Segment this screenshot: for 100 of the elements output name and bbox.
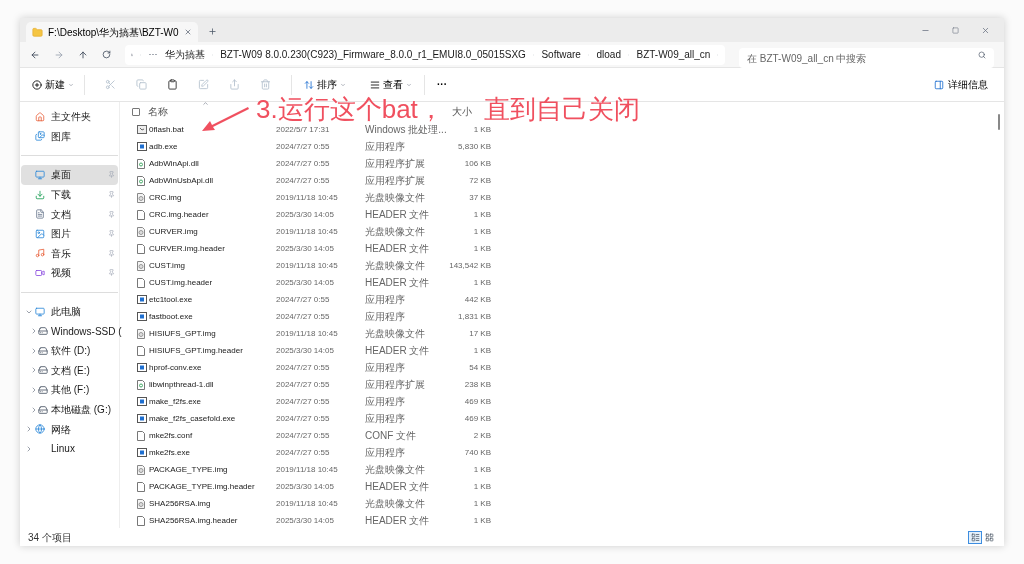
refresh-icon[interactable] [102, 50, 111, 59]
search-field[interactable]: 在 BZT-W09_all_cn 中搜索 [739, 48, 994, 68]
breadcrumb[interactable]: dload [596, 47, 621, 62]
home-icon [35, 111, 45, 122]
sidebar-item[interactable]: 桌面 [21, 165, 118, 185]
sidebar-item[interactable]: 网络 [21, 419, 118, 439]
file-type: 光盘映像文件 [365, 225, 426, 239]
file-name[interactable]: HISIUFS_GPT.img [149, 327, 276, 340]
sidebar-item[interactable]: 本地磁盘 (G:) [21, 399, 118, 420]
sidebar-item[interactable]: 文档 [21, 204, 118, 224]
view-button[interactable]: 查看 [358, 74, 425, 95]
breadcrumb[interactable]: 华为搞基 [164, 47, 205, 62]
disc-file-icon [137, 192, 145, 203]
sort-button[interactable]: 排序 [292, 74, 358, 95]
sidebar-item[interactable]: 其他 (F:) [21, 380, 118, 400]
modified-date: 2019/11/18 10:45 [276, 463, 339, 476]
address-field[interactable]: ··· 华为搞基 BZT-W09 8.0.0.230(C923)_Firmware_8.0.0_r1_EMUI8.0_05015SXG Software dload BZT-W09_all_cn [125, 44, 725, 65]
file-name[interactable]: AdbWinApi.dll [149, 157, 276, 170]
file-name[interactable]: AdbWinUsbApi.dll [149, 174, 276, 187]
more-button[interactable]: ··· [425, 77, 459, 92]
script-file-icon [137, 125, 147, 134]
file-name[interactable]: 0flash.bat [149, 123, 276, 136]
sidebar-item[interactable]: 主文件夹 [21, 107, 118, 127]
file-name[interactable]: CURVER.img.header [149, 242, 276, 255]
file-size: 54 KB [468, 361, 491, 374]
new-button[interactable]: 新建 [32, 74, 85, 95]
modified-date: 2019/11/18 10:45 [276, 191, 339, 204]
modified-date: 2024/7/27 0:55 [276, 157, 331, 170]
tiles-view-button[interactable] [982, 530, 996, 544]
file-size: 1 KB [472, 497, 491, 510]
file-name[interactable]: CURVER.img [149, 225, 276, 238]
modified-date: 2019/11/18 10:45 [276, 327, 339, 340]
forward-icon[interactable] [54, 49, 64, 60]
column-header[interactable]: 大小 [452, 104, 472, 119]
file-name[interactable]: make_f2fs_casefold.exe [149, 412, 276, 425]
select-all-checkbox[interactable] [132, 107, 140, 116]
file-type: 光盘映像文件 [365, 463, 426, 477]
sidebar-item[interactable]: 下载 [21, 184, 118, 205]
breadcrumb[interactable]: Software [541, 47, 581, 62]
file-name[interactable]: fastboot.exe [149, 310, 276, 323]
blank-file-icon [137, 515, 145, 526]
file-name[interactable]: hprof-conv.exe [149, 361, 276, 374]
annotation-text: 直到自己关闭 [484, 96, 640, 122]
close-icon[interactable] [981, 25, 990, 35]
paste-icon[interactable] [167, 79, 178, 90]
file-name[interactable]: make_f2fs.exe [149, 395, 276, 408]
details-button[interactable]: 详细信息 [934, 77, 988, 92]
up-icon[interactable] [78, 49, 88, 60]
file-name[interactable]: libwinpthread-1.dll [149, 378, 276, 391]
file-name[interactable]: PACKAGE_TYPE.img.header [149, 480, 276, 493]
file-name[interactable]: CUST.img [149, 259, 276, 272]
sidebar-label: 视频 [51, 266, 72, 281]
lines-icon [370, 79, 380, 90]
breadcrumb[interactable]: BZT-W09_all_cn [636, 47, 711, 62]
overflow-breadcrumb[interactable]: ··· [148, 47, 158, 62]
sidebar-item[interactable]: 此电脑 [21, 301, 118, 322]
new-tab-icon[interactable] [208, 27, 217, 36]
scrollbar-thumb[interactable] [998, 114, 1000, 130]
file-type: 应用程序 [365, 293, 406, 307]
sidebar-item[interactable]: 图库 [21, 126, 118, 147]
file-name[interactable]: CUST.img.header [149, 276, 276, 289]
file-name[interactable]: etc1tool.exe [149, 293, 276, 306]
sidebar-item[interactable]: 音乐 [21, 243, 118, 264]
back-icon[interactable] [30, 49, 40, 60]
window-tab[interactable]: F:\Desktop\华为搞基\BZT-W0 [26, 22, 198, 42]
blank-file-icon [137, 345, 145, 356]
file-type: 光盘映像文件 [365, 497, 426, 511]
application-icon [137, 363, 147, 372]
sidebar-label: 本地磁盘 (G:) [51, 403, 112, 417]
file-name[interactable]: CRC.img [149, 191, 276, 204]
file-type: HEADER 文件 [365, 344, 431, 358]
sidebar-item[interactable]: 视频 [21, 263, 118, 283]
file-name[interactable]: SHA256RSA.img [149, 497, 276, 510]
file-name[interactable]: HISIUFS_GPT.img.header [149, 344, 276, 357]
plus-circle-icon [32, 79, 42, 90]
sidebar-label: Windows-SSD ( [51, 324, 122, 339]
sidebar-item[interactable]: Linux [21, 438, 118, 459]
modified-date: 2024/7/27 0:55 [276, 378, 331, 391]
file-name[interactable]: CRC.img.header [149, 208, 276, 221]
file-name[interactable]: SHA256RSA.img.header [149, 514, 276, 527]
sidebar-label: 图片 [51, 227, 72, 242]
file-size: 143,542 KB [449, 259, 491, 272]
file-size: 1,831 KB [457, 310, 491, 323]
file-name[interactable]: mke2fs.exe [149, 446, 276, 459]
close-tab-icon[interactable] [184, 28, 192, 36]
file-name[interactable]: mke2fs.conf [149, 429, 276, 442]
sidebar-item[interactable]: 文档 (E:) [21, 360, 118, 381]
column-header[interactable]: 名称 [148, 104, 168, 119]
details-view-button[interactable] [968, 530, 982, 544]
sidebar-item[interactable]: 图片 [21, 223, 118, 244]
breadcrumb[interactable]: BZT-W09 8.0.0.230(C923)_Firmware_8.0.0_r1_EMUI8.0_05015SXG [220, 47, 526, 62]
disc-file-icon [137, 328, 145, 339]
maximize-icon[interactable] [952, 26, 959, 34]
blank-file-icon [137, 277, 145, 288]
modified-date: 2024/7/27 0:55 [276, 140, 331, 153]
modified-date: 2019/11/18 10:45 [276, 225, 339, 238]
file-name[interactable]: PACKAGE_TYPE.img [149, 463, 276, 476]
file-name[interactable]: adb.exe [149, 140, 276, 153]
modified-date: 2025/3/30 14:05 [276, 242, 335, 255]
sidebar-item[interactable]: 软件 (D:) [21, 340, 118, 361]
